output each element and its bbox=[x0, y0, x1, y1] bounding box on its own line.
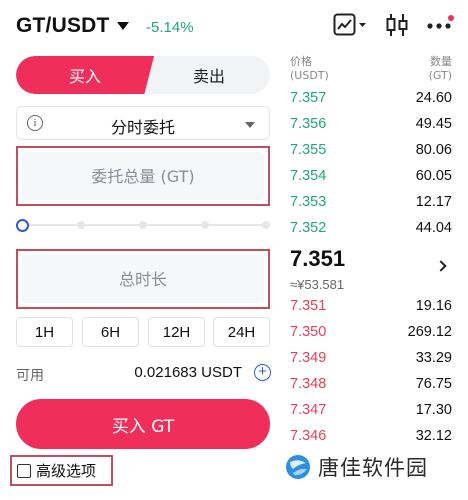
ask-price: 7.353 bbox=[290, 194, 327, 210]
more-icon[interactable] bbox=[426, 12, 454, 38]
slider-knob[interactable] bbox=[16, 219, 29, 232]
watermark: 唐佳软件园 bbox=[284, 452, 428, 482]
bid-row[interactable]: 7.349 33.29 bbox=[290, 350, 452, 370]
order-type-select[interactable]: i 分时委托 bbox=[16, 106, 270, 140]
tab-buy[interactable]: 买入 bbox=[16, 56, 154, 94]
chevron-down-icon bbox=[245, 122, 255, 128]
ask-row[interactable]: 7.352 44.04 bbox=[290, 220, 452, 240]
amount-input[interactable] bbox=[22, 166, 264, 186]
bid-price: 7.347 bbox=[290, 402, 327, 418]
slider-tick[interactable] bbox=[77, 221, 85, 229]
duration-field bbox=[16, 249, 270, 309]
orderbook-price-header: 价格 (USDT) bbox=[290, 55, 329, 83]
bid-price: 7.351 bbox=[290, 298, 327, 314]
bid-price: 7.348 bbox=[290, 376, 327, 392]
order-type-value: 分时委托 bbox=[110, 118, 175, 137]
advanced-options-label: 高级选项 bbox=[36, 462, 97, 480]
bid-row[interactable]: 7.351 19.16 bbox=[290, 298, 452, 318]
ask-row[interactable]: 7.353 12.17 bbox=[290, 194, 452, 214]
price-header-label: 价格 bbox=[290, 55, 312, 68]
ask-qty: 60.05 bbox=[415, 168, 452, 184]
pair-name: GT/USDT bbox=[16, 14, 110, 37]
duration-option-12h[interactable]: 12H bbox=[148, 317, 205, 347]
amount-field bbox=[16, 146, 270, 206]
ask-row[interactable]: 7.357 24.60 bbox=[290, 90, 452, 110]
watermark-text: 唐佳软件园 bbox=[318, 456, 428, 480]
ask-row[interactable]: 7.354 60.05 bbox=[290, 168, 452, 188]
bid-price: 7.346 bbox=[290, 428, 327, 444]
bid-row[interactable]: 7.348 76.75 bbox=[290, 376, 452, 396]
bid-row[interactable]: 7.346 32.12 bbox=[290, 428, 452, 448]
trade-side-toggle: 买入 卖出 bbox=[16, 56, 270, 94]
amount-slider[interactable] bbox=[16, 219, 270, 232]
bid-price: 7.349 bbox=[290, 350, 327, 366]
ask-price: 7.355 bbox=[290, 142, 327, 158]
bid-qty: 269.12 bbox=[407, 324, 452, 340]
bid-qty: 17.30 bbox=[415, 402, 452, 418]
ask-price: 7.356 bbox=[290, 116, 327, 132]
bid-row[interactable]: 7.347 17.30 bbox=[290, 402, 452, 422]
slider-tick[interactable] bbox=[262, 221, 270, 229]
duration-option-24h[interactable]: 24H bbox=[213, 317, 270, 347]
ask-qty: 44.04 bbox=[415, 220, 452, 236]
watermark-logo-icon bbox=[286, 455, 310, 479]
bid-row[interactable]: 7.350 269.12 bbox=[290, 324, 452, 344]
bid-qty: 19.16 bbox=[415, 298, 452, 314]
last-price[interactable]: 7.351 bbox=[290, 246, 345, 272]
available-label: 可用 bbox=[16, 368, 44, 384]
ask-price: 7.352 bbox=[290, 220, 327, 236]
ask-price: 7.354 bbox=[290, 168, 327, 184]
duration-option-1h[interactable]: 1H bbox=[16, 317, 73, 347]
last-price-fiat: ≈¥53.581 bbox=[290, 277, 345, 292]
slider-tick[interactable] bbox=[201, 221, 209, 229]
chart-line-icon[interactable] bbox=[333, 12, 367, 38]
price-header-unit: (USDT) bbox=[290, 69, 329, 82]
duration-option-6h[interactable]: 6H bbox=[82, 317, 139, 347]
ask-qty: 12.17 bbox=[415, 194, 452, 210]
bid-qty: 76.75 bbox=[415, 376, 452, 392]
ask-row[interactable]: 7.355 80.06 bbox=[290, 142, 452, 162]
advanced-options-checkbox[interactable]: 高级选项 bbox=[10, 455, 113, 486]
price-change: -5.14% bbox=[146, 19, 194, 36]
available-balance: 0.021683 USDT bbox=[134, 364, 242, 381]
bid-price: 7.350 bbox=[290, 324, 327, 340]
add-funds-icon[interactable]: + bbox=[254, 364, 271, 381]
qty-header-label: 数量 bbox=[430, 55, 452, 68]
ask-qty: 80.06 bbox=[415, 142, 452, 158]
qty-header-unit: (GT) bbox=[428, 69, 452, 82]
duration-input[interactable] bbox=[22, 269, 264, 289]
slider-tick[interactable] bbox=[139, 221, 147, 229]
checkbox-icon[interactable] bbox=[17, 463, 31, 478]
ask-price: 7.357 bbox=[290, 90, 327, 106]
bid-qty: 33.29 bbox=[415, 350, 452, 366]
tab-sell[interactable]: 卖出 bbox=[148, 56, 270, 94]
ask-qty: 24.60 bbox=[415, 90, 452, 106]
pair-selector[interactable]: GT/USDT bbox=[16, 14, 129, 38]
caret-down-icon bbox=[116, 22, 129, 30]
ask-qty: 49.45 bbox=[415, 116, 452, 132]
chevron-right-icon[interactable] bbox=[435, 260, 447, 272]
buy-button[interactable]: 买入 GT bbox=[16, 399, 270, 449]
ask-row[interactable]: 7.356 49.45 bbox=[290, 116, 452, 136]
orderbook-qty-header: 数量 (GT) bbox=[429, 55, 452, 83]
candlestick-icon[interactable] bbox=[384, 12, 410, 38]
bid-qty: 32.12 bbox=[415, 428, 452, 444]
